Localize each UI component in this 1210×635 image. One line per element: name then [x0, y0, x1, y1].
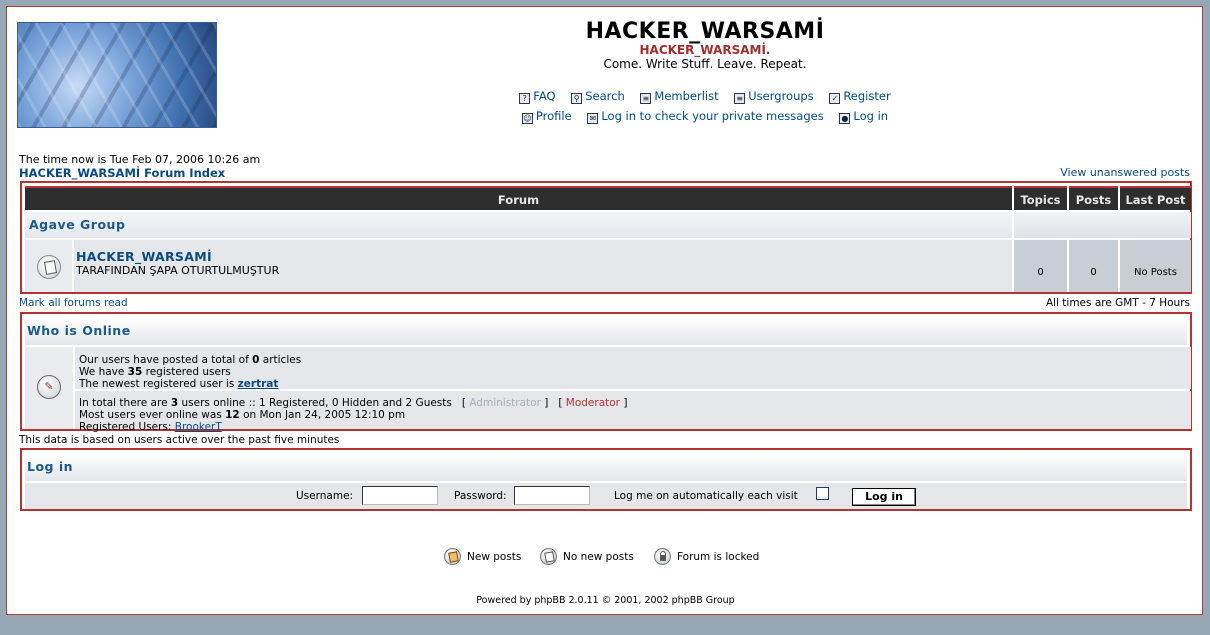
online-record: Most users ever online was 12 on Mon Jan…	[79, 409, 405, 421]
nav-row-primary: ? FAQ ⚲ Search ≡ Memberlist ≡ Usergroups ✓ Re…	[407, 89, 1003, 104]
forum-last-post: No Posts	[1134, 267, 1177, 278]
header-topics: Topics	[1014, 186, 1067, 210]
view-unanswered-link[interactable]: View unanswered posts	[1060, 166, 1190, 179]
online-total-suffix: users online :: 1 Registered, 0 Hidden a…	[178, 397, 470, 409]
stats-newest-user: The newest registered user is zertrat	[79, 378, 278, 390]
administrator-legend: Administrator	[469, 397, 541, 409]
password-label: Password:	[454, 490, 507, 502]
username-label: Username:	[296, 490, 354, 502]
topics-cell	[1014, 240, 1067, 292]
new-posts-icon	[444, 548, 461, 565]
username-input[interactable]	[362, 486, 438, 505]
footer-powered-by: Powered by phpBB 2.0.11 © 2001, 2002 php…	[476, 595, 735, 606]
site-subtitle: HACKER_WARSAMİ.	[639, 43, 771, 57]
site-logo[interactable]	[17, 22, 217, 128]
messages-icon: ✉	[587, 113, 599, 124]
online-total: In total there are 3 users online :: 1 R…	[79, 397, 627, 409]
stats-registered-suffix: registered users	[142, 366, 231, 378]
posts-cell	[1069, 240, 1118, 292]
lock-icon	[654, 548, 671, 565]
forum-table: Forum Topics Posts Last Post Agave Group…	[20, 181, 1192, 294]
nav-usergroups-label: Usergroups	[748, 89, 814, 103]
auto-login-label: Log me on automatically each visit	[614, 490, 798, 502]
nav-messages-label: Log in to check your private messages	[601, 109, 824, 123]
bracket-separator: ] [	[540, 397, 566, 409]
stats-total-posts: Our users have posted a total of 0 artic…	[79, 354, 301, 366]
faq-icon: ?	[519, 93, 531, 104]
nav-usergroups[interactable]: ≡ Usergroups	[734, 89, 814, 104]
nav-search-label: Search	[585, 89, 625, 103]
site-title: HACKER_WARSAMİ	[585, 19, 825, 44]
legend-new-posts: New posts	[467, 551, 522, 563]
no-new-posts-legend-icon	[540, 548, 557, 565]
online-record-text: Most users ever online was	[79, 409, 226, 421]
online-icon-cell: ✎	[25, 347, 73, 429]
nav-faq-label: FAQ	[533, 89, 556, 103]
online-user-link[interactable]: BrookerT	[175, 421, 222, 433]
online-record-num: 12	[225, 409, 240, 421]
nav-memberlist[interactable]: ≡ Memberlist	[640, 89, 719, 104]
forum-index-link[interactable]: HACKER_WARSAMİ Forum Index	[19, 166, 225, 180]
nav-private-messages[interactable]: ✉ Log in to check your private messages	[587, 109, 824, 124]
users-online-icon: ✎	[37, 375, 61, 399]
memberlist-icon: ≡	[640, 93, 652, 104]
forum-topics-count: 0	[1037, 267, 1044, 278]
stats-total-posts-text: Our users have posted a total of	[79, 354, 253, 366]
nav-memberlist-label: Memberlist	[654, 89, 719, 103]
registered-users-online: Registered Users: BrookerT	[79, 421, 222, 433]
forum-description: TARAFINDAN ŞAPA OTURTULMUŞTUR	[76, 264, 280, 277]
current-time: The time now is Tue Feb 07, 2006 10:26 a…	[19, 153, 261, 166]
nav-login-label: Log in	[853, 109, 889, 123]
newest-user-link[interactable]: zertrat	[238, 378, 279, 390]
mark-all-read-link[interactable]: Mark all forums read	[19, 297, 128, 309]
stats-registered-num: 35	[127, 366, 143, 378]
timezone-note: All times are GMT - 7 Hours	[1045, 297, 1190, 309]
registered-users-text: Registered Users:	[79, 421, 175, 433]
legend-no-new-posts: No new posts	[563, 551, 634, 563]
auto-login-checkbox[interactable]	[816, 487, 829, 500]
login-panel: Log in Username: Password: Log me on aut…	[20, 448, 1192, 511]
header-forum: Forum	[25, 186, 1012, 210]
who-is-online-title[interactable]: Who is Online	[25, 317, 1187, 345]
nav-profile[interactable]: ☺ Profile	[521, 109, 572, 124]
online-total-text: In total there are	[79, 397, 171, 409]
moderator-legend: Moderator	[565, 397, 620, 409]
data-note: This data is based on users active over …	[19, 434, 340, 446]
site-description: Come. Write Stuff. Leave. Repeat.	[603, 57, 807, 71]
bracket-end: ]	[620, 397, 628, 409]
nav-register-label: Register	[843, 89, 891, 103]
legend-locked: Forum is locked	[677, 551, 760, 563]
page-container: HACKER_WARSAMİ HACKER_WARSAMİ. Come. Wri…	[6, 6, 1203, 615]
nav-register[interactable]: ✓ Register	[829, 89, 891, 104]
forum-name-link[interactable]: HACKER_WARSAMİ	[76, 249, 212, 264]
nav-login[interactable]: ● Log in	[839, 109, 889, 124]
stats-registered-users: We have 35 registered users	[79, 366, 231, 378]
who-is-online-panel: Who is Online ✎ Our users have posted a …	[20, 312, 1192, 433]
login-icon: ●	[839, 113, 851, 124]
usergroups-icon: ≡	[734, 93, 746, 104]
nav-row-secondary: ☺ Profile ✉ Log in to check your private m…	[407, 109, 1003, 124]
profile-icon: ☺	[521, 113, 533, 124]
login-row	[25, 483, 1187, 509]
header-posts: Posts	[1069, 186, 1118, 210]
forum-posts-count: 0	[1090, 267, 1097, 278]
login-button[interactable]: Log in	[852, 488, 916, 506]
stats-total-posts-suffix: articles	[259, 354, 302, 366]
stats-registered-text: We have	[79, 366, 128, 378]
search-icon: ⚲	[571, 93, 583, 104]
nav-faq[interactable]: ? FAQ	[519, 89, 556, 104]
stats-newest-text: The newest registered user is	[79, 378, 238, 390]
last-post-cell	[1120, 240, 1191, 292]
category-spacer	[1014, 212, 1191, 238]
password-input[interactable]	[514, 486, 590, 505]
login-title[interactable]: Log in	[25, 453, 1187, 481]
nav-search[interactable]: ⚲ Search	[571, 89, 625, 104]
category-agave-group[interactable]: Agave Group	[25, 212, 1012, 238]
online-record-suffix: on Mon Jan 24, 2005 12:10 pm	[239, 409, 406, 421]
header-last-post: Last Post	[1120, 186, 1191, 210]
nav-profile-label: Profile	[535, 109, 572, 123]
no-new-posts-icon	[37, 255, 61, 279]
register-icon: ✓	[829, 93, 841, 104]
